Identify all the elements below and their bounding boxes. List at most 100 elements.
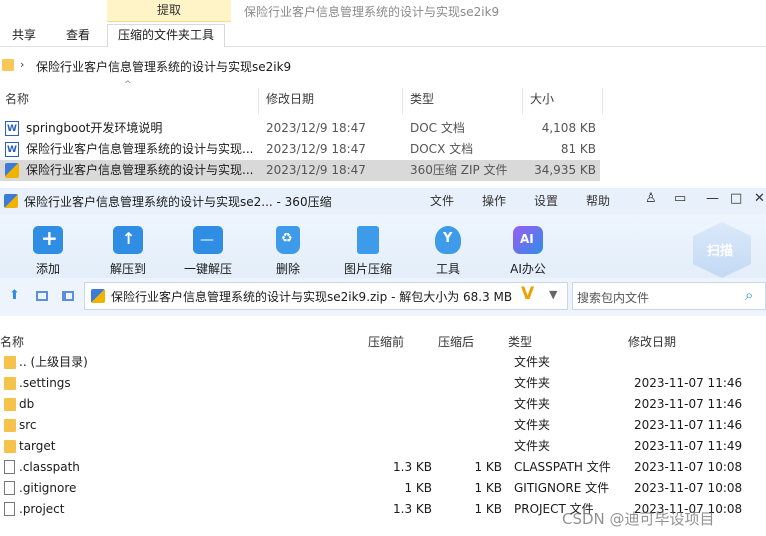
view-list-icon[interactable]	[62, 291, 74, 301]
ai-office-label: AI办公	[510, 262, 546, 276]
column-modified[interactable]: 修改日期	[628, 333, 676, 350]
one-click-extract-label: 一键解压	[183, 262, 232, 276]
extract-to-button[interactable]: 解压到	[92, 214, 164, 278]
zip-address-bar: ⬆ 保险行业客户信息管理系统的设计与实现se2ik9.zip - 解包大小为 6…	[0, 278, 766, 316]
entry-name: src	[19, 418, 37, 432]
chevron-right-icon[interactable]: ›	[20, 58, 24, 71]
archive-row[interactable]: .. (上级目录) 文件夹	[0, 352, 766, 373]
explorer-ribbon: 提取 保险行业客户信息管理系统的设计与实现se2ik9 共享 查看 压缩的文件夹…	[0, 0, 766, 47]
delete-label: 删除	[275, 262, 300, 276]
close-icon[interactable]: ✕	[754, 191, 765, 206]
zip-toolbar: 添加 解压到 一键解压 删除 图片压缩 工具 AI办公 扫描	[0, 214, 766, 278]
entry-size-before: 1.3 KB	[393, 502, 432, 516]
file-size: 81 KB	[560, 142, 596, 156]
file-name: springboot开发环境说明	[26, 121, 163, 135]
column-type[interactable]: 类型	[508, 333, 532, 350]
tools-button[interactable]: 工具	[412, 214, 484, 278]
extract-icon	[113, 226, 143, 254]
maximize-icon[interactable]: □	[730, 191, 742, 206]
menu-file[interactable]: 文件	[430, 192, 454, 209]
image-compress-button[interactable]: 图片压缩	[332, 214, 404, 278]
file-type: 360压缩 ZIP 文件	[410, 163, 508, 177]
tab-view[interactable]: 查看	[66, 26, 90, 46]
zip-path-text: 保险行业客户信息管理系统的设计与实现se2ik9.zip - 解包大小为 68.…	[111, 290, 513, 304]
zip-file-icon	[91, 289, 105, 303]
menu-settings[interactable]: 设置	[534, 192, 558, 209]
one-click-extract-icon	[193, 226, 223, 254]
add-button[interactable]: 添加	[12, 214, 84, 278]
column-divider[interactable]	[522, 88, 523, 114]
entry-size-before: 1 KB	[404, 481, 432, 495]
zip-titlebar[interactable]: 保险行业客户信息管理系统的设计与实现se2... - 360压缩 文件 操作 设…	[0, 188, 766, 214]
menu-action[interactable]: 操作	[482, 192, 506, 209]
column-name[interactable]: 名称	[0, 333, 24, 350]
file-date: 2023/12/9 18:47	[266, 163, 366, 177]
archive-row[interactable]: db 文件夹 2023-11-07 11:46	[0, 394, 766, 415]
archive-row[interactable]: .classpath 1.3 KB 1 KB CLASSPATH 文件 2023…	[0, 457, 766, 478]
file-row-selected[interactable]: 保险行业客户信息管理系统的设计与实现... 2023/12/9 18:47 36…	[0, 160, 600, 181]
search-input[interactable]: 搜索包内文件 ⌕	[572, 282, 766, 310]
entry-date: 2023-11-07 10:08	[634, 460, 743, 474]
column-size[interactable]: 大小	[530, 88, 554, 110]
entry-type: GITIGNORE 文件	[514, 481, 610, 495]
verified-icon[interactable]: V	[521, 284, 534, 304]
search-icon[interactable]: ⌕	[745, 286, 753, 304]
chevron-down-icon[interactable]: ▼	[549, 288, 557, 301]
view-thumbnail-icon[interactable]	[36, 291, 48, 301]
message-icon[interactable]: ▭	[674, 191, 686, 206]
zip-window-title: 保险行业客户信息管理系统的设计与实现se2... - 360压缩	[24, 195, 332, 209]
file-row[interactable]: springboot开发环境说明 2023/12/9 18:47 DOC 文档 …	[0, 118, 600, 140]
search-placeholder: 搜索包内文件	[577, 291, 650, 305]
file-icon	[4, 502, 15, 516]
column-size-before[interactable]: 压缩前	[368, 333, 404, 350]
extract-to-label: 解压到	[109, 262, 146, 276]
folder-icon	[2, 59, 14, 71]
file-type: DOC 文档	[410, 121, 465, 135]
zip-app-icon	[4, 194, 18, 208]
address-bar[interactable]: › 保险行业客户信息管理系统的设计与实现se2ik9	[0, 55, 766, 79]
entry-date: 2023-11-07 10:08	[634, 481, 743, 495]
scan-button[interactable]: 扫描	[693, 222, 751, 278]
file-icon	[4, 481, 15, 495]
add-icon	[33, 226, 63, 254]
tools-icon	[435, 226, 461, 254]
image-compress-icon	[357, 226, 379, 254]
archive-row[interactable]: .gitignore 1 KB 1 KB GITIGNORE 文件 2023-1…	[0, 478, 766, 499]
tab-compressed-folder-tools[interactable]: 压缩的文件夹工具	[107, 24, 226, 47]
entry-size-after: 1 KB	[474, 481, 502, 495]
menu-help[interactable]: 帮助	[586, 192, 610, 209]
zip-column-header: 名称 压缩前 压缩后 类型 修改日期	[0, 331, 766, 351]
folder-icon	[4, 398, 16, 411]
file-row[interactable]: 保险行业客户信息管理系统的设计与实现... 2023/12/9 18:47 DO…	[0, 139, 600, 161]
column-date[interactable]: 修改日期	[266, 88, 314, 110]
folder-icon	[4, 377, 16, 390]
tab-share[interactable]: 共享	[12, 26, 36, 46]
up-arrow-icon[interactable]: ⬆	[9, 288, 20, 303]
column-divider[interactable]	[402, 88, 403, 114]
tab-extract[interactable]: 提取	[107, 0, 231, 22]
entry-size-after: 1 KB	[474, 460, 502, 474]
minimize-icon[interactable]: —	[706, 191, 719, 206]
address-path[interactable]: 保险行业客户信息管理系统的设计与实现se2ik9	[36, 58, 291, 75]
archive-row[interactable]: .settings 文件夹 2023-11-07 11:46	[0, 373, 766, 394]
entry-name: target	[19, 439, 56, 453]
archive-row[interactable]: src 文件夹 2023-11-07 11:46	[0, 415, 766, 436]
archive-row[interactable]: target 文件夹 2023-11-07 11:49	[0, 436, 766, 457]
column-divider[interactable]	[258, 88, 259, 114]
delete-button[interactable]: 删除	[252, 214, 324, 278]
entry-type: 文件夹	[514, 355, 551, 369]
one-click-extract-button[interactable]: 一键解压	[172, 214, 244, 278]
zip-window: 保险行业客户信息管理系统的设计与实现se2... - 360压缩 文件 操作 设…	[0, 188, 766, 536]
recycle-bin-icon	[276, 226, 300, 254]
entry-name: .classpath	[19, 460, 80, 474]
file-date: 2023/12/9 18:47	[266, 142, 366, 156]
folder-icon	[4, 356, 16, 369]
zip-path-field[interactable]: 保险行业客户信息管理系统的设计与实现se2ik9.zip - 解包大小为 68.…	[84, 282, 568, 310]
column-type[interactable]: 类型	[410, 88, 434, 110]
ai-office-button[interactable]: AI办公	[492, 214, 564, 278]
entry-date: 2023-11-07 11:46	[634, 376, 743, 390]
column-name[interactable]: 名称	[5, 88, 29, 110]
column-size-after[interactable]: 压缩后	[438, 333, 474, 350]
shirt-icon[interactable]: ♙	[645, 191, 657, 206]
column-divider[interactable]	[602, 88, 603, 114]
